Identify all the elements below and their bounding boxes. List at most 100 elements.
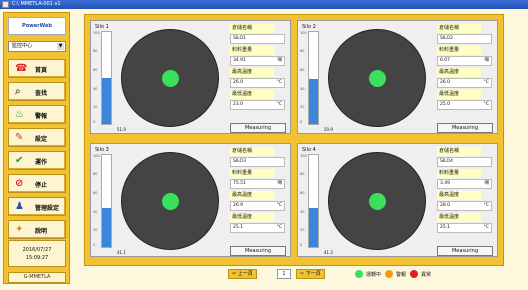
value-min-temp: 23.0 °C bbox=[230, 100, 285, 110]
tick-label: 80 bbox=[93, 172, 98, 176]
chevron-right-icon: ⇨ bbox=[300, 271, 305, 277]
phone-icon: ☎ bbox=[15, 63, 28, 74]
value-text: 28.0 bbox=[440, 203, 451, 208]
unit-text: °C bbox=[276, 203, 282, 208]
measure-button[interactable]: Measuring bbox=[230, 123, 286, 133]
measure-button[interactable]: Measuring bbox=[230, 246, 286, 256]
silo-top-view bbox=[121, 152, 219, 250]
tick-label: 20 bbox=[93, 228, 98, 232]
app-window: C:\ MMETLA-001 v1 PowerWeb 監控中心 ▼ ☎ 首頁 ⌕… bbox=[0, 0, 528, 290]
silo-top-view bbox=[328, 152, 426, 250]
nav-button-run[interactable]: ✔ 運作 bbox=[8, 151, 66, 170]
value-silo-name: SILO3 bbox=[230, 157, 285, 167]
label-weight: 料料重量 bbox=[437, 46, 481, 55]
value-text: 26.9 bbox=[233, 203, 244, 208]
value-text: 34.91 bbox=[233, 58, 246, 63]
nav-button-home[interactable]: ☎ 首頁 bbox=[8, 59, 66, 78]
nav-button-settings[interactable]: ✎ 設定 bbox=[8, 128, 66, 147]
silo-top-view bbox=[328, 29, 426, 127]
value-text: SILO2 bbox=[440, 36, 453, 41]
prev-page-label: 上一頁 bbox=[237, 271, 253, 277]
label-max-temp: 最高溫度 bbox=[437, 191, 481, 200]
value-text: 6.07 bbox=[440, 58, 451, 63]
view-select[interactable]: 監控中心 ▼ bbox=[8, 41, 66, 52]
measure-button[interactable]: Measuring bbox=[437, 123, 493, 133]
value-min-temp: 25.1 °C bbox=[230, 223, 285, 233]
stop-icon: ⊘ bbox=[15, 178, 24, 189]
level-value: 41.2 bbox=[324, 250, 333, 255]
nav-button-help[interactable]: ✦ 說明 bbox=[8, 220, 66, 239]
tick-label: 80 bbox=[93, 49, 98, 53]
silo-grid: Silo 1 100 80 60 40 20 0 51.9 倉儲名稱 SILO1… bbox=[84, 14, 504, 266]
silo-name: Silo 4 bbox=[302, 147, 316, 153]
company-logo: PowerWeb bbox=[8, 17, 66, 35]
level-gauge-fill bbox=[309, 78, 318, 124]
unit-text: °C bbox=[483, 203, 489, 208]
datetime-display: 2016/07/27 15:09:27 bbox=[8, 240, 66, 267]
nav-button-alarm[interactable]: ♨ 警報 bbox=[8, 105, 66, 124]
tick-label: 60 bbox=[93, 191, 98, 195]
tick-label: 100 bbox=[300, 31, 307, 35]
tick-label: 100 bbox=[300, 154, 307, 158]
value-text: 23.0 bbox=[233, 102, 244, 107]
tick-label: 100 bbox=[93, 31, 100, 35]
status-indicator bbox=[369, 193, 386, 210]
tick-label: 80 bbox=[300, 172, 305, 176]
value-weight: 3.49 噸 bbox=[437, 179, 492, 189]
silo-top-view bbox=[121, 29, 219, 127]
label-weight: 料料重量 bbox=[230, 169, 274, 178]
tick-label: 40 bbox=[93, 87, 98, 91]
value-text: 75.51 bbox=[233, 181, 246, 186]
tick-label: 40 bbox=[93, 210, 98, 214]
value-min-temp: 25.1 °C bbox=[437, 223, 492, 233]
legend-running-label: 運轉中 bbox=[366, 272, 382, 278]
legend-running-dot bbox=[355, 270, 363, 278]
chevron-down-icon[interactable]: ▼ bbox=[57, 43, 64, 50]
unit-text: 噸 bbox=[484, 58, 490, 63]
value-weight: 75.51 噸 bbox=[230, 179, 285, 189]
silo-panel-4: Silo 4 100 80 60 40 20 0 41.2 倉儲名稱 SILO4… bbox=[297, 143, 498, 257]
gauge-ticks: 100 80 60 40 20 0 bbox=[300, 31, 308, 125]
prev-page-button[interactable]: ⇦ 上一頁 bbox=[228, 269, 257, 279]
search-icon: ⌕ bbox=[15, 86, 21, 97]
unit-text: 噸 bbox=[277, 181, 283, 186]
value-text: 26.0 bbox=[440, 80, 451, 85]
value-weight: 34.91 噸 bbox=[230, 56, 285, 66]
value-max-temp: 26.9 °C bbox=[230, 201, 285, 211]
label-weight: 料料重量 bbox=[437, 169, 481, 178]
brand-label: G-MMETLA bbox=[8, 272, 66, 283]
tick-label: 40 bbox=[300, 87, 305, 91]
status-indicator bbox=[162, 193, 179, 210]
label-min-temp: 最低溫度 bbox=[230, 213, 274, 222]
tick-label: 0 bbox=[93, 120, 96, 124]
help-icon: ✦ bbox=[15, 224, 24, 235]
label-weight: 料料重量 bbox=[230, 46, 274, 55]
nav-button-stop[interactable]: ⊘ 停止 bbox=[8, 174, 66, 193]
nav-label: 查找 bbox=[35, 90, 48, 97]
nav-button-search[interactable]: ⌕ 查找 bbox=[8, 82, 66, 101]
label-silo-name: 倉儲名稱 bbox=[230, 24, 274, 33]
user-icon: ♟ bbox=[15, 201, 24, 212]
level-gauge-fill bbox=[309, 208, 318, 247]
value-text: 25.1 bbox=[440, 225, 451, 230]
level-gauge bbox=[308, 154, 319, 248]
window-title: C:\ MMETLA-001 v1 bbox=[12, 1, 61, 7]
status-indicator bbox=[369, 70, 386, 87]
label-silo-name: 倉儲名稱 bbox=[230, 147, 274, 156]
nav-label: 說明 bbox=[35, 228, 48, 235]
unit-text: °C bbox=[483, 80, 489, 85]
measure-button[interactable]: Measuring bbox=[437, 246, 493, 256]
gauge-ticks: 100 80 60 40 20 0 bbox=[93, 154, 101, 248]
label-min-temp: 最低溫度 bbox=[437, 213, 481, 222]
level-value: 41.1 bbox=[117, 250, 126, 255]
next-page-label: 下一頁 bbox=[305, 271, 321, 277]
value-silo-name: SILO2 bbox=[437, 34, 492, 44]
title-bar: C:\ MMETLA-001 v1 bbox=[0, 0, 528, 9]
nav-button-admin[interactable]: ♟ 管理設定 bbox=[8, 197, 66, 216]
value-text: 25.0 bbox=[440, 102, 451, 107]
alarm-icon: ♨ bbox=[15, 109, 24, 120]
value-text: 26.0 bbox=[233, 80, 244, 85]
unit-text: °C bbox=[276, 225, 282, 230]
next-page-button[interactable]: ⇨ 下一頁 bbox=[296, 269, 325, 279]
value-text: SILO4 bbox=[440, 159, 453, 164]
